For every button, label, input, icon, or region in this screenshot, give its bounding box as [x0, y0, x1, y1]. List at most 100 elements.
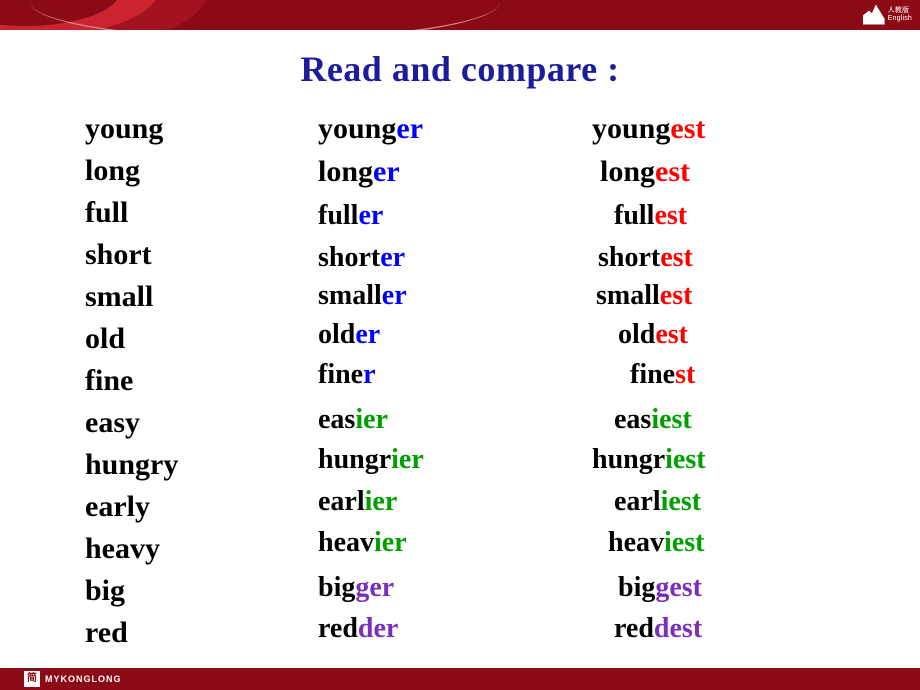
word-comparative-form: older — [318, 319, 380, 351]
word-superlative-form: finest — [630, 359, 695, 391]
comparative-stem: small — [318, 280, 382, 311]
word-base-form: fine — [85, 364, 134, 397]
comparative-suffix: ier — [374, 527, 407, 558]
mountain-logo-icon — [862, 4, 885, 25]
word-base-form: big — [85, 574, 126, 607]
comparative-suffix: ier — [391, 444, 424, 475]
word-base-form: long — [85, 154, 141, 187]
publisher-logo: 人教版 English — [816, 1, 912, 28]
superlative-suffix: gest — [655, 572, 703, 603]
superlative-suffix: est — [659, 280, 693, 311]
word-base-form: short — [85, 238, 152, 271]
comparative-suffix: er — [381, 280, 407, 311]
word-superlative-form: longest — [600, 155, 690, 189]
word-base-form: heavy — [85, 532, 160, 565]
comparative-suffix: er — [396, 112, 424, 145]
word-superlative-form: oldest — [618, 319, 688, 351]
word-superlative-form: biggest — [618, 572, 702, 604]
footer-logo: 简 MYKONGLONG — [24, 671, 122, 687]
superlative-stem: heav — [608, 527, 664, 558]
word-base-form: full — [85, 196, 129, 229]
superlative-suffix: est — [670, 112, 706, 145]
word-superlative-form: fullest — [614, 200, 687, 232]
word-superlative-form: earliest — [614, 486, 701, 518]
superlative-suffix: est — [655, 155, 691, 188]
footer-logo-text: MYKONGLONG — [45, 674, 122, 684]
word-base-form: small — [85, 280, 154, 313]
comparative-stem: earl — [318, 486, 365, 517]
comparative-suffix: r — [363, 359, 376, 390]
superlative-stem: red — [614, 613, 654, 644]
word-forms-table: young younger youngest long longer longest ful… — [0, 104, 920, 666]
comparative-stem: short — [318, 242, 381, 273]
word-comparative-form: younger — [318, 112, 423, 146]
comparative-suffix: ger — [355, 572, 395, 603]
superlative-suffix: st — [675, 359, 696, 390]
word-comparative-form: shorter — [318, 242, 405, 274]
superlative-stem: long — [600, 155, 656, 188]
word-comparative-form: hungrier — [318, 444, 424, 476]
word-base-form: old — [85, 322, 126, 355]
page-title: Read and compare : — [300, 49, 620, 89]
word-superlative-form: heaviest — [608, 527, 704, 559]
word-base-form: hungry — [85, 448, 179, 481]
publisher-logo-line1: 人教版 — [887, 6, 910, 14]
comparative-suffix: er — [373, 155, 400, 188]
word-superlative-form: smallest — [596, 280, 692, 312]
superlative-stem: old — [618, 319, 656, 350]
word-superlative-form: easiest — [614, 404, 692, 436]
comparative-suffix: der — [357, 613, 399, 644]
comparative-stem: big — [318, 572, 356, 603]
word-base-form: easy — [85, 406, 140, 439]
word-comparative-form: fuller — [318, 200, 383, 232]
comparative-stem: eas — [318, 404, 356, 435]
superlative-stem: small — [596, 280, 660, 311]
superlative-suffix: est — [660, 242, 693, 273]
comparative-suffix: er — [380, 242, 406, 273]
publisher-logo-line2: English — [887, 14, 912, 22]
comparative-stem: hungr — [318, 444, 392, 475]
word-comparative-form: easier — [318, 404, 388, 436]
comparative-suffix: er — [355, 319, 381, 350]
word-comparative-form: longer — [318, 155, 400, 189]
word-base-form: early — [85, 490, 150, 523]
comparative-suffix: ier — [355, 404, 388, 435]
comparative-stem: old — [318, 319, 356, 350]
footer-logo-icon: 简 — [24, 671, 40, 687]
word-base-form: young — [85, 112, 164, 145]
superlative-stem: big — [618, 572, 656, 603]
superlative-stem: hungr — [592, 444, 666, 475]
superlative-stem: young — [592, 112, 671, 145]
superlative-suffix: iest — [651, 404, 692, 435]
word-comparative-form: earlier — [318, 486, 397, 518]
comparative-stem: heav — [318, 527, 374, 558]
comparative-stem: red — [318, 613, 358, 644]
superlative-stem: full — [614, 200, 655, 231]
word-comparative-form: bigger — [318, 572, 394, 604]
word-superlative-form: youngest — [592, 112, 705, 146]
word-comparative-form: smaller — [318, 280, 407, 312]
superlative-suffix: iest — [665, 444, 706, 475]
superlative-suffix: iest — [664, 527, 705, 558]
word-comparative-form: redder — [318, 613, 398, 645]
publisher-logo-text: 人教版 English — [888, 7, 912, 23]
superlative-suffix: dest — [653, 613, 703, 644]
comparative-stem: young — [318, 112, 397, 145]
top-bar-arc-line — [30, 0, 500, 30]
word-superlative-form: hungriest — [592, 444, 706, 476]
superlative-stem: eas — [614, 404, 652, 435]
superlative-suffix: est — [655, 319, 689, 350]
word-comparative-form: heavier — [318, 527, 407, 559]
word-superlative-form: reddest — [614, 613, 702, 645]
comparative-suffix: ier — [364, 486, 398, 517]
comparative-stem: full — [318, 200, 359, 231]
top-decorative-bar: 人教版 English — [0, 0, 920, 30]
comparative-stem: long — [318, 155, 374, 188]
word-superlative-form: shortest — [598, 242, 693, 274]
comparative-suffix: er — [358, 200, 384, 231]
superlative-suffix: iest — [660, 486, 702, 517]
comparative-stem: fine — [318, 359, 364, 390]
superlative-stem: short — [598, 242, 661, 273]
bottom-decorative-bar — [0, 668, 920, 690]
superlative-stem: earl — [614, 486, 661, 517]
